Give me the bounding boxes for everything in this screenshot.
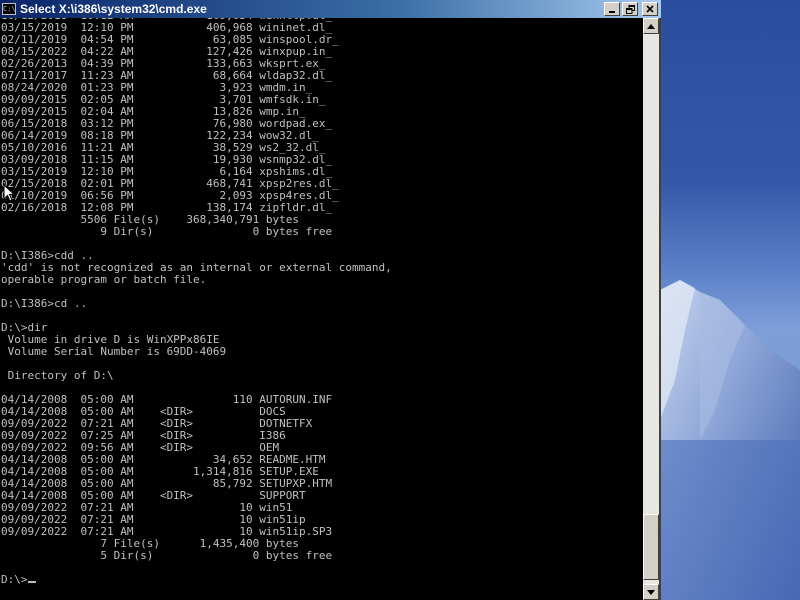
scroll-down-button[interactable] bbox=[643, 584, 659, 600]
text-cursor bbox=[27, 581, 36, 583]
arrow-down-icon bbox=[647, 589, 655, 595]
window-title: Select X:\i386\system32\cmd.exe bbox=[20, 2, 207, 16]
scroll-thumb[interactable] bbox=[643, 514, 659, 580]
minimize-button[interactable] bbox=[604, 2, 620, 16]
arrow-up-icon bbox=[647, 23, 655, 29]
console-line: 5 Dir(s) 0 bytes free bbox=[1, 549, 333, 562]
console-line: 9 Dir(s) 0 bytes free bbox=[1, 225, 333, 238]
window-controls bbox=[604, 2, 658, 16]
restore-button[interactable] bbox=[622, 2, 638, 16]
mountain-wallpaper-image bbox=[660, 0, 800, 600]
console-line: operable program or batch file. bbox=[1, 273, 207, 286]
console-output-area[interactable]: 10/12/2018 10:12 AM 169,634 winhttp.dl_ … bbox=[0, 18, 643, 600]
title-bar[interactable]: C:\ Select X:\i386\system32\cmd.exe bbox=[0, 0, 661, 18]
console-line: Volume Serial Number is 69DD-4069 bbox=[1, 345, 227, 358]
mouse-pointer-icon bbox=[3, 184, 15, 202]
close-icon bbox=[646, 5, 654, 13]
restore-icon bbox=[625, 4, 635, 14]
console-window[interactable]: C:\ Select X:\i386\system32\cmd.exe 03/1… bbox=[0, 0, 661, 600]
console-line: D:\> bbox=[1, 573, 28, 586]
console-line: Directory of D:\ bbox=[1, 369, 114, 382]
console-text: 10/12/2018 10:12 AM 169,634 winhttp.dl_ … bbox=[1, 18, 392, 586]
scroll-up-button[interactable] bbox=[643, 18, 659, 34]
console-line: D:\I386>cd .. bbox=[1, 297, 88, 310]
vertical-scrollbar[interactable] bbox=[643, 18, 659, 600]
close-button[interactable] bbox=[642, 2, 658, 16]
console-app-icon[interactable]: C:\ bbox=[2, 3, 16, 15]
minimize-icon bbox=[609, 11, 615, 13]
